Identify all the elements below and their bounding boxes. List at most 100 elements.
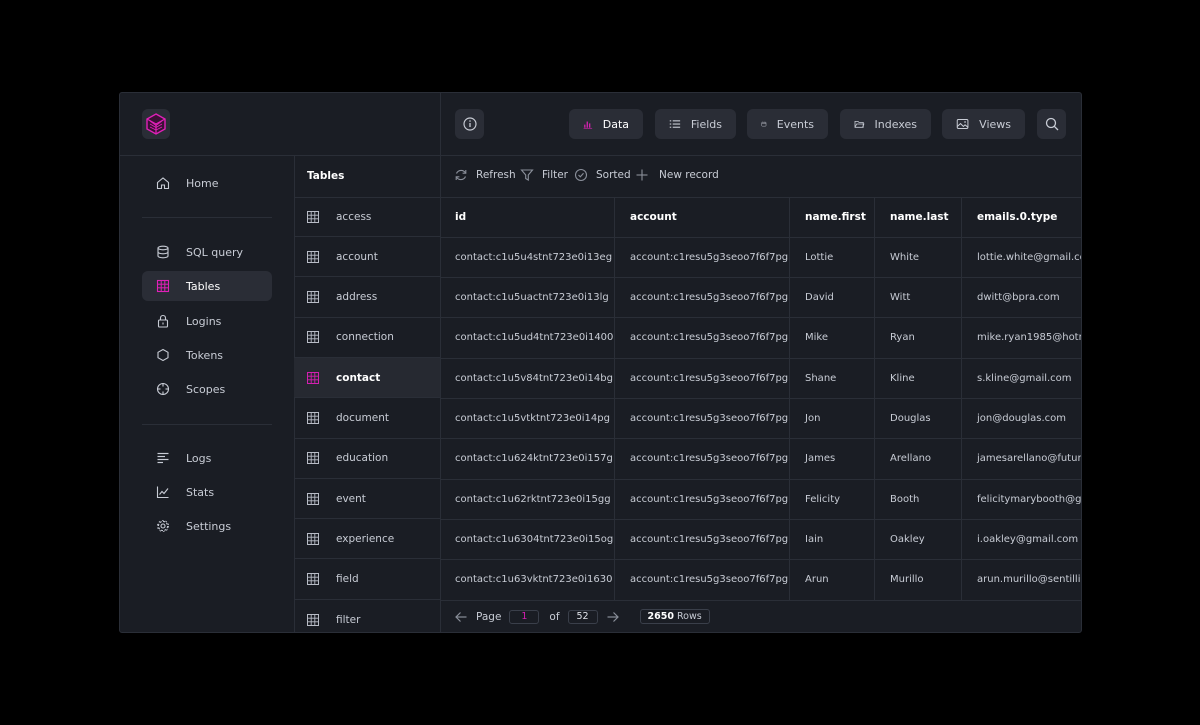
table-cell[interactable]: account:c1resu5g3seoo7f6f7pg bbox=[615, 560, 790, 600]
table-list-item[interactable]: connection bbox=[294, 318, 440, 358]
table-cell[interactable]: account:c1resu5g3seoo7f6f7pg bbox=[615, 399, 790, 439]
table-cell[interactable]: contact:c1u5vtktnt723e0i14pg bbox=[440, 399, 615, 439]
table-cell[interactable]: lottie.white@gmail.com bbox=[962, 237, 1081, 277]
sidebar-item-sql-query[interactable]: SQL query bbox=[142, 237, 272, 267]
table-cell[interactable]: contact:c1u5ud4tnt723e0i1400 bbox=[440, 318, 615, 358]
table-cell[interactable]: Lottie bbox=[790, 237, 875, 277]
table-cell[interactable]: Shane bbox=[790, 358, 875, 398]
table-cell[interactable]: arun.murillo@sentillion.com bbox=[962, 560, 1081, 600]
table-cell[interactable]: account:c1resu5g3seoo7f6f7pg bbox=[615, 358, 790, 398]
table-cell[interactable]: Arellano bbox=[875, 439, 962, 479]
sidebar-item-stats[interactable]: Stats bbox=[142, 477, 272, 507]
table-cell[interactable]: Witt bbox=[875, 278, 962, 318]
sidebar-item-tokens[interactable]: Tokens bbox=[142, 340, 272, 370]
sidebar-item-home[interactable]: Home bbox=[142, 168, 272, 198]
sidebar-item-logins[interactable]: Logins bbox=[142, 306, 272, 336]
table-cell[interactable]: Iain bbox=[790, 519, 875, 559]
cube-logo-icon bbox=[146, 113, 166, 135]
column-header[interactable]: id bbox=[440, 197, 615, 237]
table-cell[interactable]: contact:c1u6304tnt723e0i15og bbox=[440, 519, 615, 559]
refresh-button[interactable]: Refresh bbox=[454, 168, 516, 182]
sidebar-item-logs[interactable]: Logs bbox=[142, 443, 272, 473]
table-list-item[interactable]: access bbox=[294, 197, 440, 237]
table-cell[interactable]: Felicity bbox=[790, 479, 875, 519]
table-cell[interactable]: account:c1resu5g3seoo7f6f7pg bbox=[615, 318, 790, 358]
table-cell[interactable]: Oakley bbox=[875, 519, 962, 559]
table-list-item[interactable]: education bbox=[294, 439, 440, 479]
table-list-item-label: experience bbox=[336, 532, 395, 545]
table-list-item[interactable]: account bbox=[294, 237, 440, 278]
table-list-item[interactable]: field bbox=[294, 560, 440, 600]
refresh-icon bbox=[455, 169, 467, 181]
table-cell[interactable]: account:c1resu5g3seoo7f6f7pg bbox=[615, 278, 790, 318]
table-cell[interactable]: Booth bbox=[875, 479, 962, 519]
table-list-item[interactable]: document bbox=[294, 399, 440, 439]
table-list-item-label: filter bbox=[336, 613, 361, 626]
table-cell[interactable]: contact:c1u5uactnt723e0i13lg bbox=[440, 278, 615, 318]
info-button[interactable] bbox=[455, 109, 484, 139]
table-list-item[interactable]: contact bbox=[294, 358, 440, 399]
home-icon bbox=[156, 177, 170, 190]
column-header[interactable]: name.first bbox=[790, 197, 875, 237]
table-list-item[interactable]: event bbox=[294, 479, 440, 520]
arrow-left-icon[interactable] bbox=[454, 610, 468, 624]
tab-events[interactable]: Events bbox=[747, 109, 828, 139]
column-header[interactable]: emails.0.type bbox=[962, 197, 1081, 237]
table-cell[interactable]: David bbox=[790, 278, 875, 318]
table-cell[interactable]: dwitt@bpra.com bbox=[962, 278, 1081, 318]
table-cell[interactable]: s.kline@gmail.com bbox=[962, 358, 1081, 398]
tab-indexes[interactable]: Indexes bbox=[840, 109, 931, 139]
lock-icon bbox=[157, 314, 169, 328]
tab-views[interactable]: Views bbox=[942, 109, 1025, 139]
search-button[interactable] bbox=[1037, 109, 1066, 139]
page-input[interactable]: 1 bbox=[509, 609, 540, 624]
table-list-item[interactable]: experience bbox=[294, 519, 440, 560]
sidebar-item-settings[interactable]: Settings bbox=[142, 511, 272, 541]
sorted-button[interactable]: Sorted bbox=[574, 168, 631, 182]
column-header[interactable]: name.last bbox=[875, 197, 962, 237]
table-cell[interactable]: Jon bbox=[790, 399, 875, 439]
table-cell[interactable]: Arun bbox=[790, 560, 875, 600]
table-cell[interactable]: Kline bbox=[875, 358, 962, 398]
table-cell[interactable]: Ryan bbox=[875, 318, 962, 358]
table-cell[interactable]: Douglas bbox=[875, 399, 962, 439]
table-cell[interactable]: James bbox=[790, 439, 875, 479]
table-cell[interactable]: account:c1resu5g3seoo7f6f7pg bbox=[615, 479, 790, 519]
table-cell[interactable]: felicitymarybooth@gmail.com bbox=[962, 479, 1081, 519]
table-cell[interactable]: mike.ryan1985@hotmail.com bbox=[962, 318, 1081, 358]
table-list-item-label: connection bbox=[336, 331, 394, 344]
filter-button[interactable]: Filter bbox=[520, 168, 568, 182]
column-header[interactable]: account bbox=[615, 197, 790, 237]
table-icon bbox=[307, 210, 319, 223]
search-icon bbox=[1045, 117, 1058, 131]
table-cell[interactable]: Murillo bbox=[875, 560, 962, 600]
check-circle-icon bbox=[574, 168, 588, 182]
table-cell[interactable]: White bbox=[875, 237, 962, 277]
table-cell[interactable]: jon@douglas.com bbox=[962, 399, 1081, 439]
table-cell[interactable]: contact:c1u5u4stnt723e0i13eg bbox=[440, 237, 615, 277]
table-list-item[interactable]: filter bbox=[294, 600, 440, 632]
tab-data[interactable]: Data bbox=[569, 109, 643, 139]
table-list-item[interactable]: address bbox=[294, 278, 440, 318]
tab-fields[interactable]: Fields bbox=[655, 109, 736, 139]
table-cell[interactable]: contact:c1u62rktnt723e0i15gg bbox=[440, 479, 615, 519]
sidebar-item-tables[interactable]: Tables bbox=[142, 271, 272, 301]
table-cell[interactable]: contact:c1u5v84tnt723e0i14bg bbox=[440, 358, 615, 398]
crosshair-icon bbox=[156, 382, 170, 396]
table-cell[interactable]: contact:c1u624ktnt723e0i157g bbox=[440, 439, 615, 479]
arrow-right-icon[interactable] bbox=[606, 610, 620, 624]
new-record-button[interactable]: New record bbox=[635, 168, 719, 182]
table-cell[interactable]: Mike bbox=[790, 318, 875, 358]
table-cell[interactable]: account:c1resu5g3seoo7f6f7pg bbox=[615, 519, 790, 559]
table-list-item-label: access bbox=[336, 210, 372, 223]
table-cell[interactable]: i.oakley@gmail.com bbox=[962, 519, 1081, 559]
table-icon bbox=[307, 452, 319, 465]
table-cell[interactable]: account:c1resu5g3seoo7f6f7pg bbox=[615, 237, 790, 277]
sidebar-item-scopes[interactable]: Scopes bbox=[142, 374, 272, 404]
new-record-label: New record bbox=[659, 169, 719, 181]
table-cell[interactable]: contact:c1u63vktnt723e0i1630 bbox=[440, 560, 615, 600]
table-cell[interactable]: account:c1resu5g3seoo7f6f7pg bbox=[615, 439, 790, 479]
table-cell[interactable]: jamesarellano@futureproof.com bbox=[962, 439, 1081, 479]
app-logo[interactable] bbox=[142, 109, 170, 139]
sidebar-item-label: Tokens bbox=[186, 348, 224, 362]
